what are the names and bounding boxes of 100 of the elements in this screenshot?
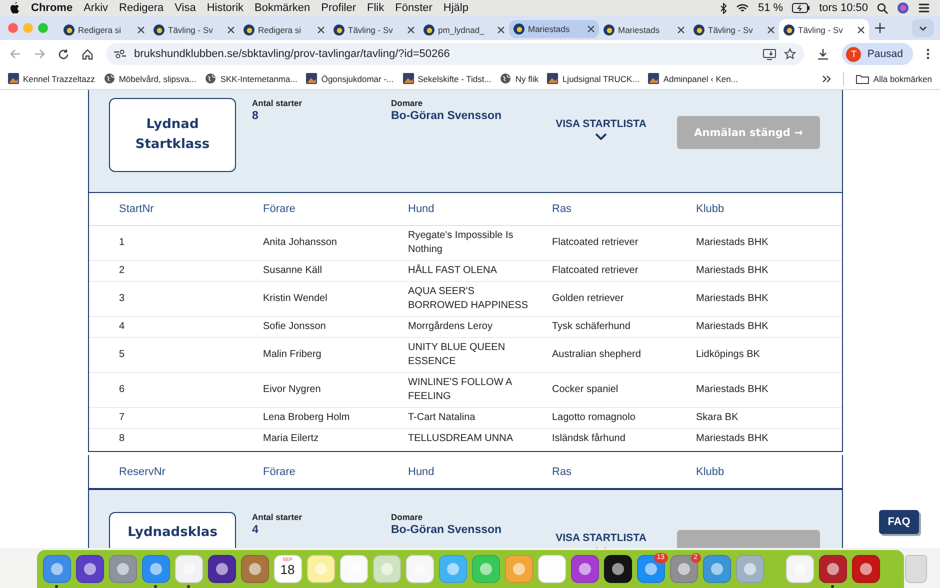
tab-title: Redigera si xyxy=(258,24,302,34)
faq-button[interactable]: FAQ xyxy=(879,510,919,534)
back-arrow-icon[interactable] xyxy=(10,49,21,59)
browser-tab[interactable]: Mariestads xyxy=(509,20,599,38)
running-indicator xyxy=(187,585,190,588)
menu-item[interactable]: Profiler xyxy=(321,2,356,14)
column-header: Ras xyxy=(552,202,573,217)
table-cell-text: Mariestads BHK xyxy=(696,264,770,278)
plus-icon[interactable] xyxy=(875,23,885,33)
close-icon[interactable] xyxy=(137,26,145,34)
thumbnail-icon xyxy=(402,73,414,84)
favicon-icon xyxy=(153,24,165,36)
bookmark-item[interactable]: Sekelskifte - Tidst... xyxy=(402,73,492,84)
wifi-icon[interactable] xyxy=(736,3,749,13)
thumbnail-icon xyxy=(547,73,558,84)
close-icon[interactable] xyxy=(587,25,595,33)
menubar-clock[interactable]: tors 10:50 xyxy=(819,2,868,14)
thumbnail-icon xyxy=(306,73,318,84)
favicon-icon xyxy=(783,24,795,36)
forward-arrow-icon[interactable] xyxy=(34,49,45,59)
profile-button[interactable]: T Pausad xyxy=(842,43,913,65)
table-cell-text: 3 xyxy=(119,292,126,306)
menu-item[interactable]: Arkiv xyxy=(84,2,108,14)
url-text: brukshundklubben.se/sbktavling/prov-tavlingar/tavling/?id=50266 xyxy=(134,48,451,60)
column-header: StartNr xyxy=(119,202,155,217)
browser-tab[interactable]: Tävling - Sv xyxy=(329,19,419,40)
bookmark-item[interactable]: Möbelvård, slipsva... xyxy=(104,73,196,84)
favicon-icon xyxy=(333,24,345,36)
search-icon[interactable] xyxy=(877,2,888,14)
table-cell-text: Susanne Käll xyxy=(263,264,323,278)
close-icon[interactable] xyxy=(317,26,325,34)
tab-list-button[interactable] xyxy=(912,19,934,37)
table-cell-text: Kristin Wendel xyxy=(263,292,328,306)
folder-icon xyxy=(856,74,870,84)
favicon-icon xyxy=(243,24,255,36)
bookmark-item[interactable]: Ljudsignal TRUCK... xyxy=(547,73,640,84)
bookmark-item[interactable]: Kennel Trazzeltazz xyxy=(8,73,95,84)
close-icon[interactable] xyxy=(407,26,415,34)
bookmark-item[interactable]: SKK-Internetanma... xyxy=(205,73,298,84)
menu-item[interactable]: Bokmärken xyxy=(254,2,310,14)
table-cell-text: AQUA SEER'S BORROWED HAPPINESS xyxy=(408,285,530,313)
browser-tab[interactable]: Tävling - Sv xyxy=(779,19,869,40)
close-icon[interactable] xyxy=(497,26,505,34)
close-icon[interactable] xyxy=(857,26,865,34)
app-icon[interactable] xyxy=(208,555,236,583)
tab-title: Tävling - Sv xyxy=(798,24,844,34)
download-icon[interactable] xyxy=(817,48,830,60)
control-center-icon[interactable] xyxy=(918,3,930,13)
browser-tab[interactable]: Redigera si xyxy=(59,19,149,40)
close-icon[interactable] xyxy=(227,26,235,34)
orb-icon[interactable] xyxy=(897,2,909,14)
star-icon[interactable] xyxy=(784,48,796,60)
menu-item[interactable]: Historik xyxy=(206,2,244,14)
double-chevron-icon[interactable] xyxy=(822,74,832,82)
bluetooth-icon[interactable] xyxy=(720,2,727,14)
app-icon[interactable] xyxy=(818,555,846,583)
reload-icon[interactable] xyxy=(58,48,69,60)
home-icon[interactable] xyxy=(82,48,93,60)
browser-tab[interactable]: Redigera si xyxy=(239,19,329,40)
all-bookmarks-button[interactable]: Alla bokmärken xyxy=(856,74,932,84)
tab-title: Redigera si xyxy=(78,24,122,34)
browser-tab[interactable]: Mariestads xyxy=(599,19,689,40)
favicon-icon xyxy=(693,24,705,36)
menu-item[interactable]: Redigera xyxy=(119,2,164,14)
more-menu-icon[interactable] xyxy=(926,48,930,60)
install-app-icon[interactable] xyxy=(763,48,776,60)
table-cell-text: Australian shepherd xyxy=(552,348,642,362)
table-cell-text: Sofie Jonsson xyxy=(263,320,327,334)
app-icon[interactable] xyxy=(604,555,632,583)
running-indicator xyxy=(55,585,58,588)
menu-item[interactable]: Flik xyxy=(367,2,384,14)
browser-tab[interactable]: Tävling - Sv xyxy=(689,19,779,40)
app-menu[interactable]: Chrome xyxy=(31,2,73,14)
menu-item[interactable]: Fönster xyxy=(395,2,432,14)
stat-value: 8 xyxy=(252,110,260,122)
column-header: ReservNr xyxy=(119,464,166,480)
address-bar[interactable]: brukshundklubben.se/sbktavling/prov-tavlingar/tavling/?id=50266 xyxy=(106,43,804,65)
table-cell-text: HÅLL FAST OLENA xyxy=(408,263,498,278)
bookmark-item[interactable]: Ny flik xyxy=(500,73,538,84)
browser-tab[interactable]: Tävling - Sv xyxy=(149,19,239,40)
table-cell-text: Lagotto romagnolo xyxy=(552,411,636,425)
table-cell-text: Lidköpings BK xyxy=(696,348,761,362)
table-cell-text: Tysk schäferhund xyxy=(552,320,632,334)
favicon-icon xyxy=(63,24,75,36)
browser-tab[interactable]: pm_lydnad_ xyxy=(419,19,509,40)
site-settings-icon[interactable] xyxy=(114,49,126,59)
menu-item[interactable]: Visa xyxy=(174,2,196,14)
menu-item[interactable]: Hjälp xyxy=(443,2,468,14)
chevron-down-icon xyxy=(595,133,607,140)
battery-icon[interactable] xyxy=(792,3,810,13)
bookmark-item[interactable]: Adminpanel ‹ Ken... xyxy=(648,73,738,84)
apple-icon[interactable] xyxy=(10,2,20,14)
close-icon[interactable] xyxy=(767,26,775,34)
bookmark-item[interactable]: Ögonsjukdomar -... xyxy=(306,73,394,84)
close-icon[interactable] xyxy=(677,26,685,34)
table-cell-text: 4 xyxy=(119,320,126,334)
table-cell-text: Flatcoated retriever xyxy=(552,236,640,250)
trash-icon[interactable] xyxy=(904,555,926,583)
app-icon[interactable] xyxy=(76,555,104,583)
tab-title: Mariestads xyxy=(528,24,571,34)
